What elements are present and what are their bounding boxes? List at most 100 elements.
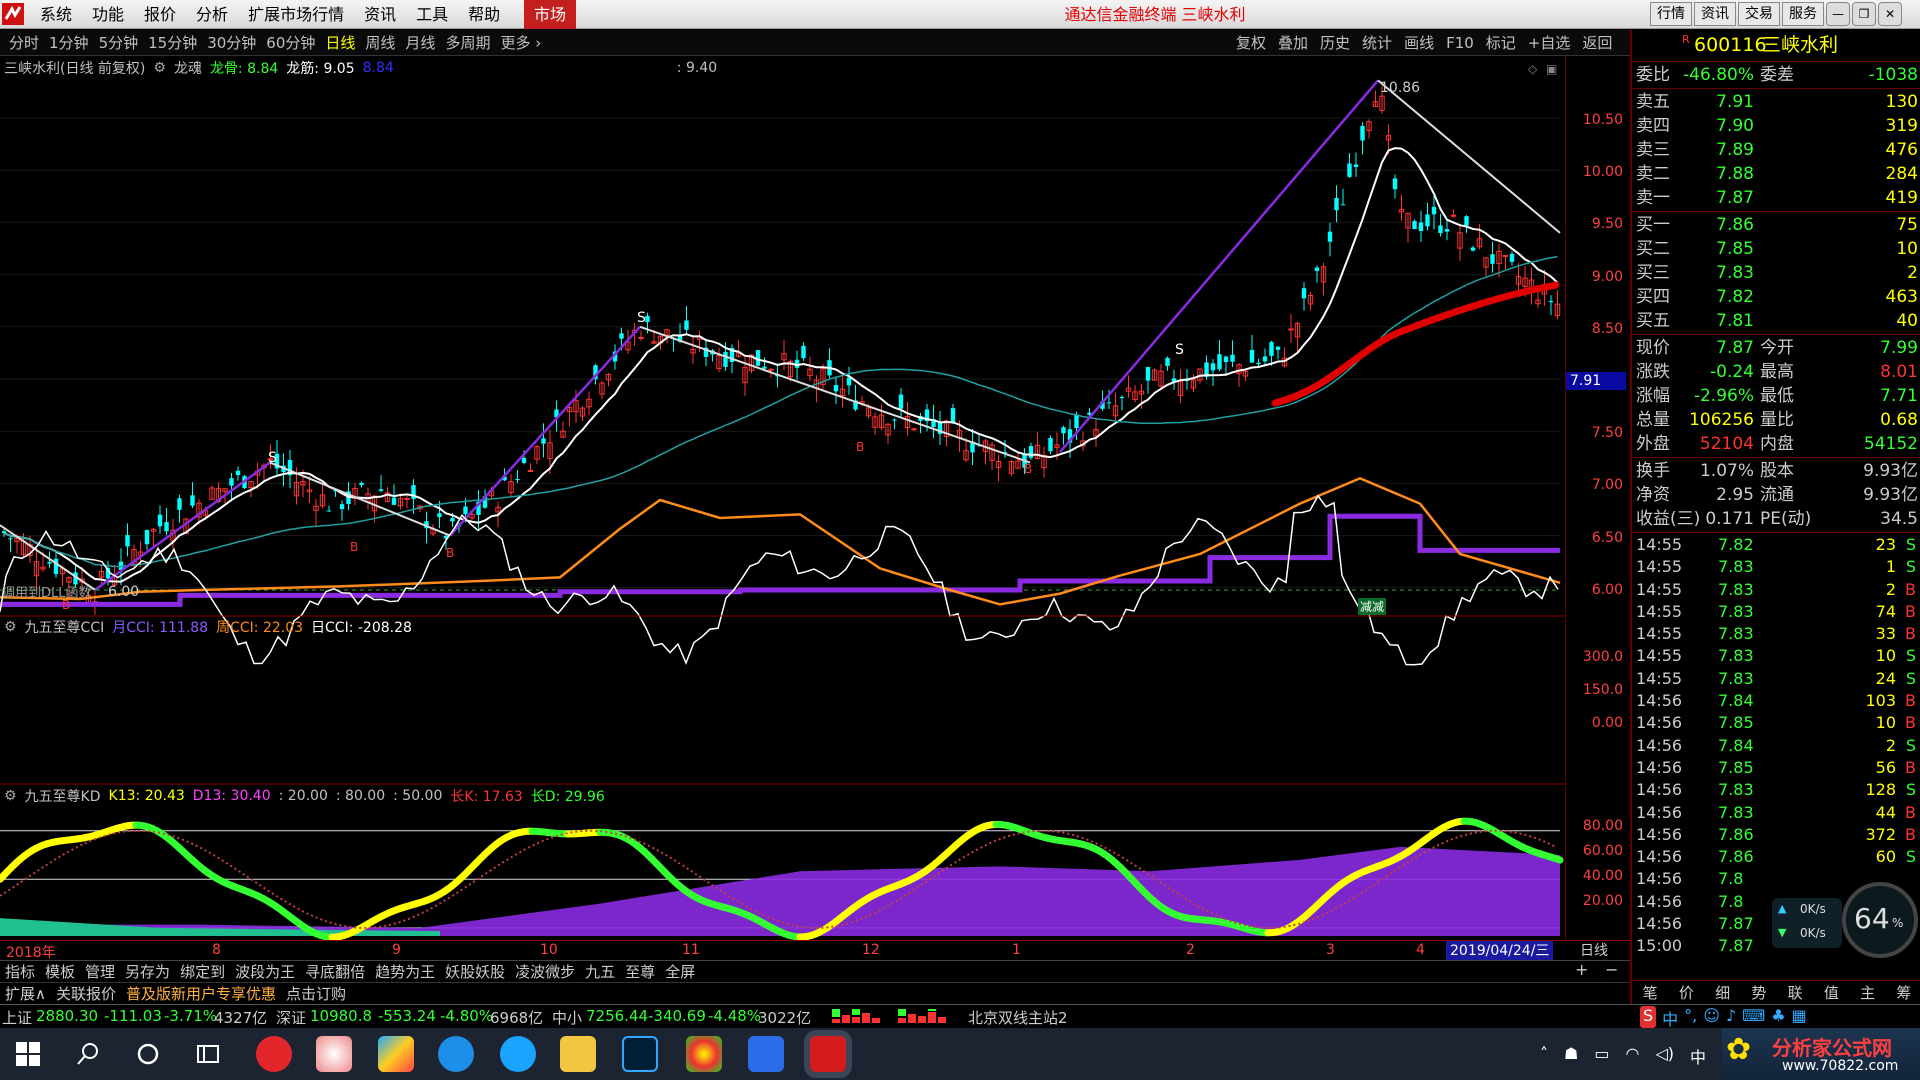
menu-item[interactable]: 资讯 [354, 0, 406, 29]
news-button[interactable]: 资讯 [1694, 2, 1736, 26]
tick-row[interactable]: 14:55 7.83 10 S [1632, 645, 1920, 667]
netease-music-icon[interactable] [256, 1036, 292, 1072]
tick-row[interactable]: 14:56 7.86 372 B [1632, 824, 1920, 846]
tdx-taskbar-icon[interactable] [810, 1036, 846, 1072]
media-player-icon[interactable] [378, 1036, 414, 1072]
tray-app-icon[interactable]: ☗ [1564, 1044, 1578, 1068]
task-view-icon[interactable] [196, 1042, 220, 1066]
chart-area[interactable] [0, 56, 1565, 940]
quote-tab[interactable]: 价 [1679, 981, 1694, 1004]
quote-tab[interactable]: 值 [1824, 981, 1839, 1004]
period-tab[interactable]: 分时 [4, 30, 44, 56]
period-tab[interactable]: 1分钟 [44, 30, 94, 56]
menu-item[interactable]: 分析 [186, 0, 238, 29]
mic-icon[interactable]: ♪ [1726, 1006, 1736, 1028]
wifi-icon[interactable]: ◠ [1625, 1044, 1639, 1068]
period-tab[interactable]: 60分钟 [261, 30, 320, 56]
quote-button[interactable]: 行情 [1650, 2, 1692, 26]
quote-tab[interactable]: 势 [1751, 981, 1766, 1004]
sh-index-label[interactable]: 上证 [2, 1007, 32, 1028]
quote-tab[interactable]: 联 [1788, 981, 1803, 1004]
zoom-in-icon[interactable]: + [1575, 960, 1588, 979]
tick-row[interactable]: 14:56 7.85 10 B [1632, 712, 1920, 734]
panel-toggle-icon[interactable]: ▣ [1546, 62, 1557, 76]
indicator-tab[interactable]: 绑定到 [175, 961, 230, 982]
indicator-tab[interactable]: 管理 [80, 961, 120, 982]
chart-tool-button[interactable]: F10 [1440, 30, 1480, 56]
indicator-tab[interactable]: 全屏 [660, 961, 700, 982]
menu-item[interactable]: 报价 [134, 0, 186, 29]
tick-row[interactable]: 14:56 7.85 56 B [1632, 757, 1920, 779]
wps-icon[interactable] [748, 1036, 784, 1072]
ime-mode[interactable]: 中 [1662, 1006, 1678, 1029]
indicator-tab[interactable]: 九五 [580, 961, 620, 982]
tick-row[interactable]: 14:56 7.86 60 S [1632, 846, 1920, 868]
quote-tab[interactable]: 细 [1715, 981, 1730, 1004]
indicator-tab[interactable]: 妖股妖股 [440, 961, 510, 982]
cortana-icon[interactable] [136, 1042, 160, 1066]
period-tab[interactable]: 周线 [360, 30, 400, 56]
windows-start-icon[interactable] [16, 1042, 40, 1066]
chart-tool-button[interactable]: 画线 [1398, 30, 1440, 56]
indicator-tab[interactable]: 凌波微步 [510, 961, 580, 982]
tick-row[interactable]: 14:56 7.83 128 S [1632, 779, 1920, 801]
server-name[interactable]: 北京双线主站2 [968, 1007, 1068, 1028]
search-icon[interactable] [76, 1042, 100, 1066]
taskbar-ime[interactable]: 中 [1690, 1044, 1706, 1068]
chart-tool-button[interactable]: 叠加 [1272, 30, 1314, 56]
tick-row[interactable]: 14:56 7.84 103 B [1632, 690, 1920, 712]
indicator-tab[interactable]: 另存为 [120, 961, 175, 982]
sogou-s-icon[interactable]: S [1640, 1006, 1657, 1028]
tick-row[interactable]: 14:55 7.83 74 B [1632, 601, 1920, 623]
settings-icon[interactable]: ⚙ [4, 619, 17, 635]
indicator-tab[interactable]: 至尊 [620, 961, 660, 982]
sz-index-label[interactable]: 深证 [276, 1007, 306, 1028]
menu-item[interactable]: 系统 [30, 0, 82, 29]
menu-item[interactable]: 扩展市场行情 [238, 0, 354, 29]
extension-tab[interactable]: 普及版新用户专享优惠 [121, 983, 281, 1004]
menu-item[interactable]: 功能 [82, 0, 134, 29]
pinwheel-icon[interactable] [316, 1036, 352, 1072]
chrome-icon[interactable] [686, 1036, 722, 1072]
chart-tool-button[interactable]: +自选 [1522, 30, 1577, 56]
file-explorer-icon[interactable] [560, 1036, 596, 1072]
keyboard-icon[interactable]: ⌨ [1742, 1006, 1765, 1028]
volume-icon[interactable]: ◁) [1655, 1044, 1674, 1068]
sogou-browser-icon[interactable] [438, 1036, 474, 1072]
market-tab[interactable]: 市场 [524, 0, 576, 29]
menu-item[interactable]: 帮助 [458, 0, 510, 29]
indicator-tab[interactable]: 波段为王 [230, 961, 300, 982]
service-button[interactable]: 服务 [1782, 2, 1824, 26]
tick-row[interactable]: 14:56 7.83 44 B [1632, 802, 1920, 824]
photoshop-icon[interactable] [622, 1036, 658, 1072]
period-tab[interactable]: 15分钟 [143, 30, 202, 56]
indicator-tab[interactable]: 指标 [0, 961, 40, 982]
chart-tool-button[interactable]: 统计 [1356, 30, 1398, 56]
quote-tab[interactable]: 笔 [1643, 981, 1658, 1004]
settings-icon[interactable]: ⚙ [4, 788, 17, 804]
emoji-icon[interactable]: ☺ [1703, 1006, 1720, 1028]
chart-tool-button[interactable]: 历史 [1314, 30, 1356, 56]
extension-tab[interactable]: 点击订购 [281, 983, 351, 1004]
quote-tab[interactable]: 筹 [1896, 981, 1911, 1004]
trade-button[interactable]: 交易 [1738, 2, 1780, 26]
indicator-tab[interactable]: 模板 [40, 961, 80, 982]
period-tab[interactable]: 更多 › [495, 30, 546, 56]
toolbox-icon[interactable]: ▦ [1792, 1006, 1807, 1028]
tray-up-icon[interactable]: ˄ [1540, 1044, 1548, 1068]
period-tab[interactable]: 多周期 [440, 30, 495, 56]
tick-row[interactable]: 14:56 7.84 2 S [1632, 735, 1920, 757]
close-icon[interactable]: ✕ [1878, 2, 1902, 26]
indicator-tab[interactable]: 寻底翻倍 [300, 961, 370, 982]
restore-icon[interactable]: ❐ [1852, 2, 1876, 26]
chart-tool-button[interactable]: 返回 [1576, 30, 1618, 56]
menu-item[interactable]: 工具 [406, 0, 458, 29]
skin-icon[interactable]: ♣ [1771, 1006, 1785, 1028]
minimize-icon[interactable]: — [1826, 2, 1850, 26]
tick-row[interactable]: 14:55 7.83 2 B [1632, 579, 1920, 601]
period-tab[interactable]: 30分钟 [202, 30, 261, 56]
diamond-icon[interactable]: ◇ [1528, 62, 1537, 76]
punctuation-icon[interactable]: °, [1684, 1006, 1697, 1028]
period-tab[interactable]: 日线 [320, 30, 360, 56]
indicator-tab[interactable]: 趋势为王 [370, 961, 440, 982]
